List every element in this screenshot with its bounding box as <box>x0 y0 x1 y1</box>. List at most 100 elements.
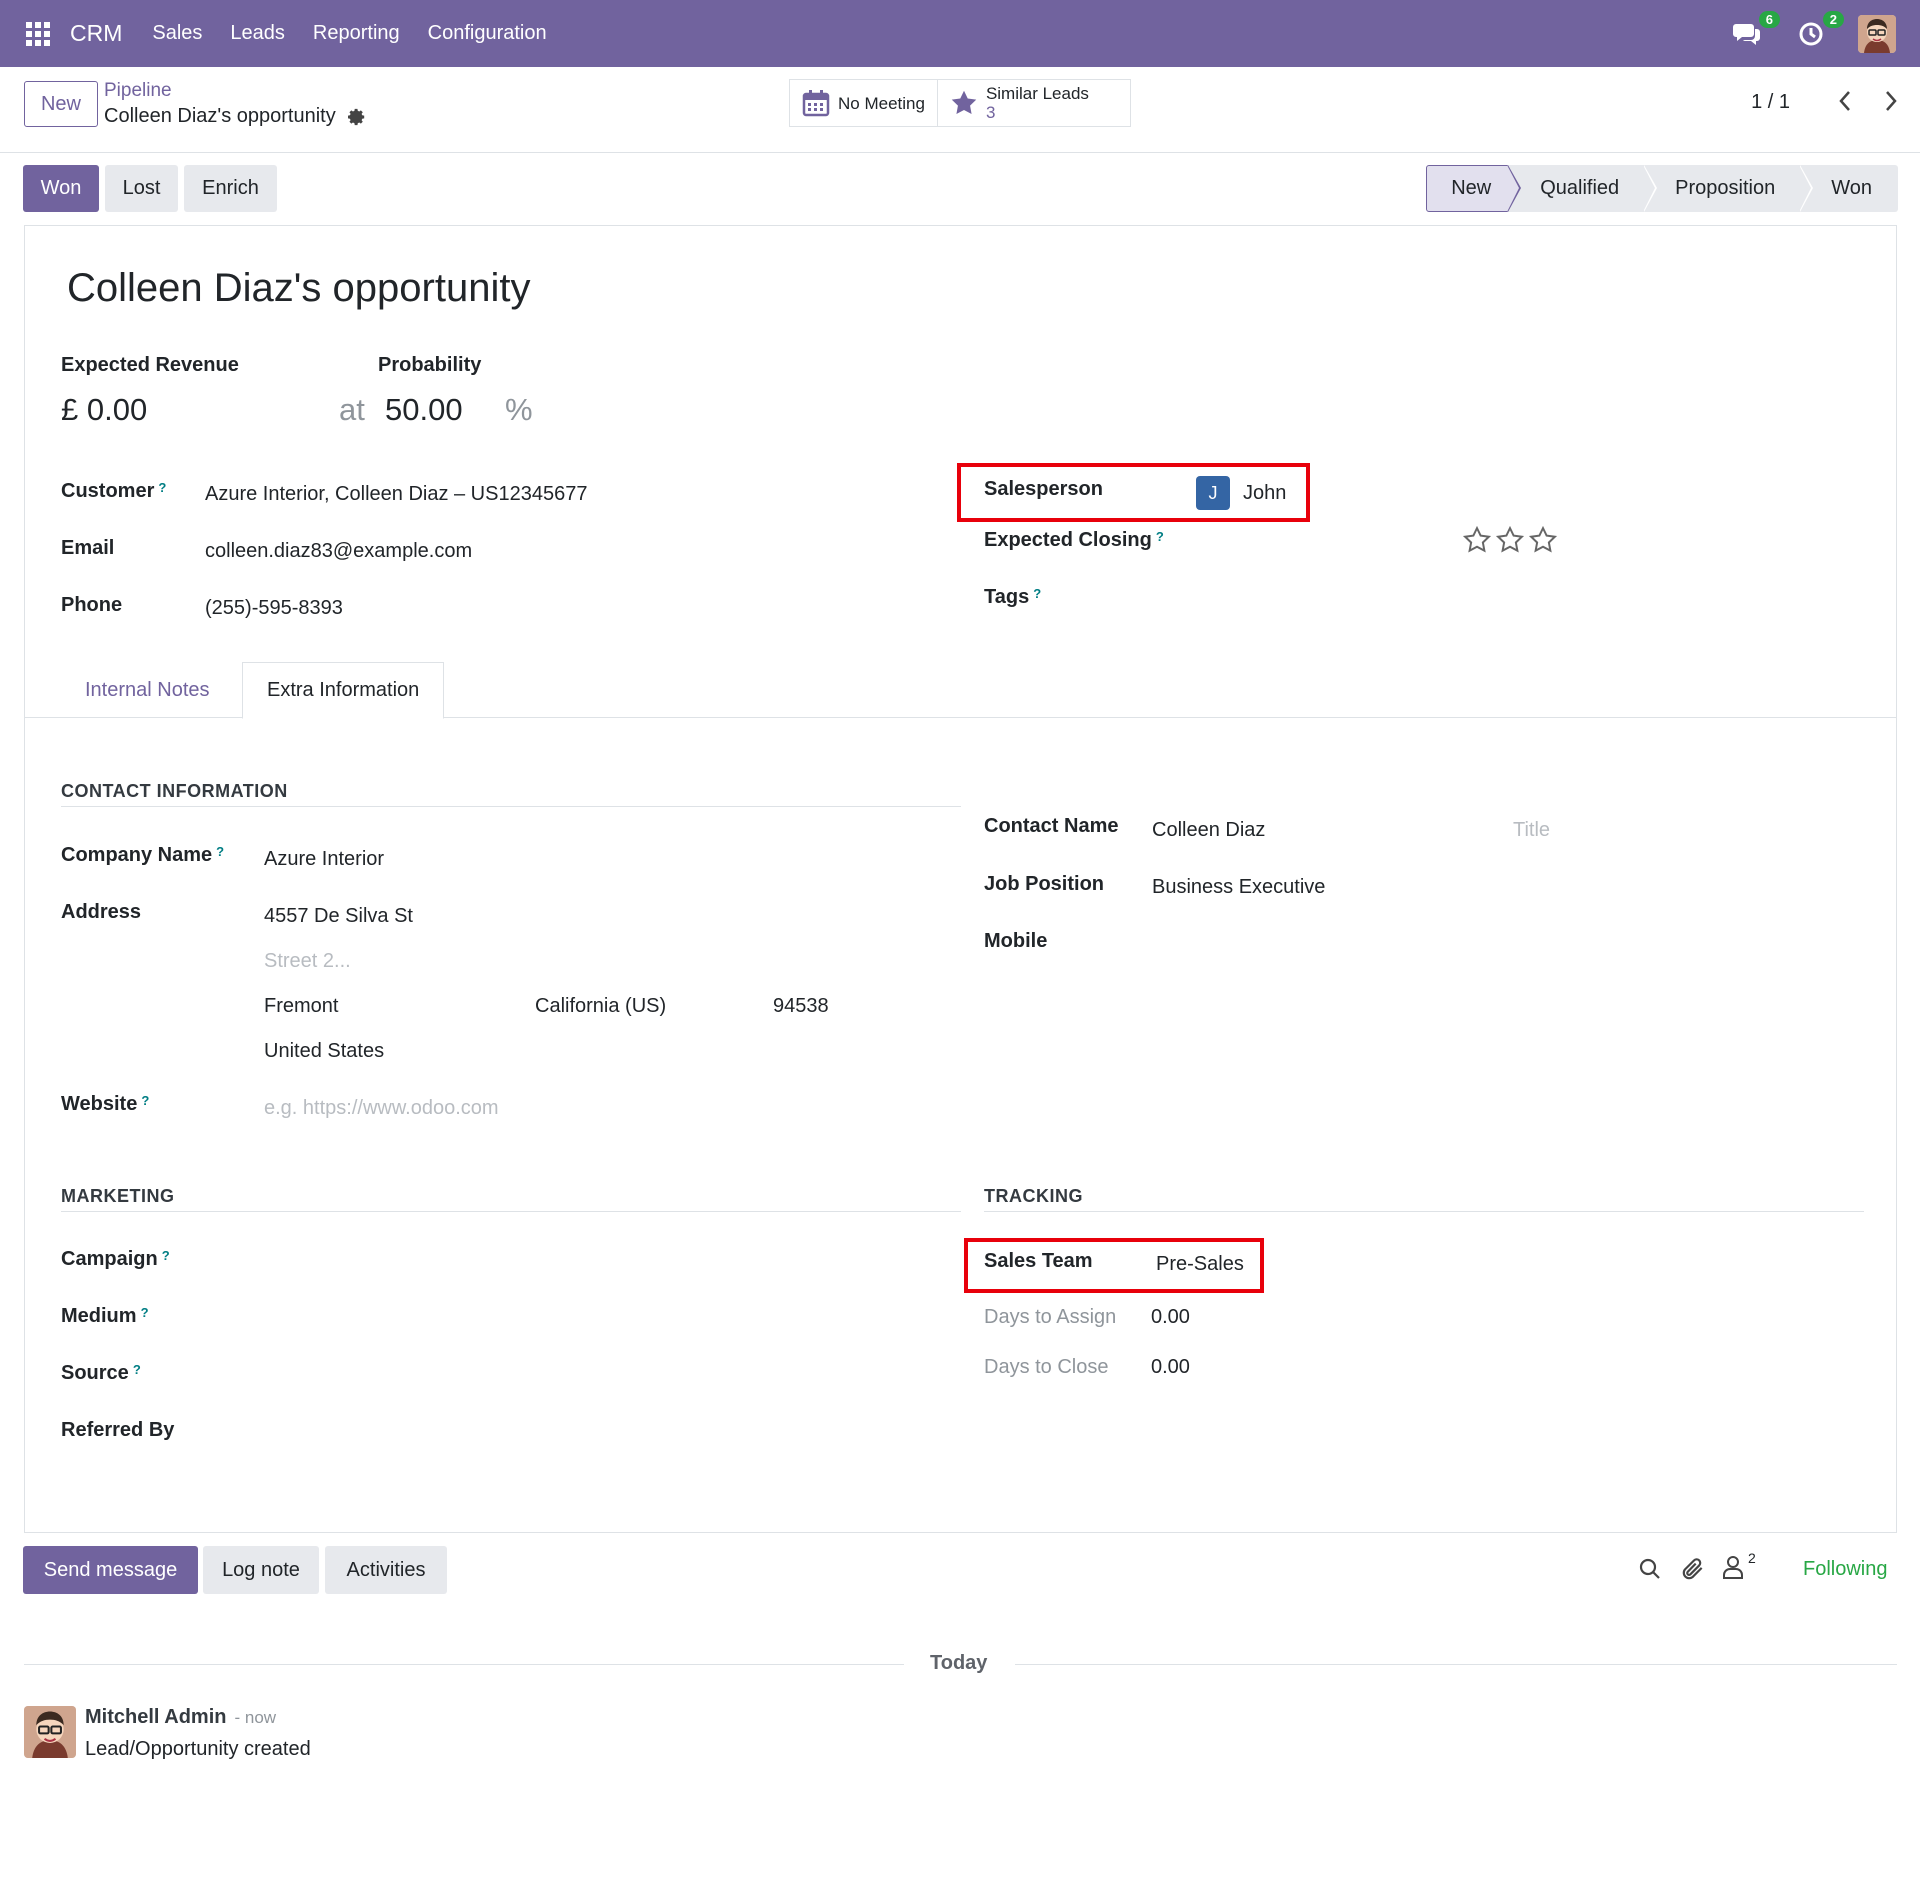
email-field[interactable]: colleen.diaz83@example.com <box>205 540 472 563</box>
stage-new[interactable]: New <box>1426 165 1522 212</box>
star-icon <box>951 90 977 114</box>
menu-configuration[interactable]: Configuration <box>428 22 547 45</box>
website-field[interactable]: e.g. https://www.odoo.com <box>264 1097 499 1120</box>
divider-line <box>24 1664 904 1665</box>
street-field[interactable]: 4557 De Silva St <box>264 905 413 928</box>
salesperson-field[interactable]: J John <box>1196 476 1286 510</box>
paperclip-icon <box>1682 1558 1703 1580</box>
new-record-button[interactable]: New <box>24 81 98 127</box>
help-icon[interactable]: ? <box>141 1093 149 1108</box>
country-field[interactable]: United States <box>264 1040 384 1063</box>
similar-leads-label: Similar Leads <box>985 83 1089 103</box>
activities-button[interactable]: 2 <box>1794 10 1844 51</box>
opportunity-title[interactable]: Colleen Diaz's opportunity <box>67 266 530 311</box>
priority-stars[interactable] <box>1462 525 1558 555</box>
help-icon[interactable]: ? <box>158 480 166 495</box>
state-field[interactable]: California (US) <box>535 995 666 1018</box>
contact-name-label: Contact Name <box>984 815 1119 837</box>
campaign-label-text: Campaign <box>61 1248 158 1270</box>
meeting-label: No Meeting <box>838 93 925 113</box>
messages-button[interactable]: 6 <box>1730 10 1780 51</box>
campaign-label: Campaign? <box>61 1248 170 1271</box>
help-icon[interactable]: ? <box>162 1248 170 1263</box>
message-time: - now <box>234 1708 277 1727</box>
author-avatar[interactable] <box>24 1706 76 1758</box>
similar-leads-button[interactable]: Similar Leads 3 <box>936 80 1101 126</box>
log-note-button[interactable]: Log note <box>203 1546 319 1594</box>
phone-field[interactable]: (255)-595-8393 <box>205 597 343 620</box>
person-icon <box>1723 1556 1743 1579</box>
contact-name-field[interactable]: Colleen Diaz <box>1152 819 1265 842</box>
user-avatar[interactable] <box>1858 14 1896 53</box>
activities-button[interactable]: Activities <box>325 1546 447 1594</box>
expected-closing-label: Expected Closing? <box>984 529 1164 552</box>
lost-button[interactable]: Lost <box>105 165 178 212</box>
contact-information-heading: CONTACT INFORMATION <box>61 781 288 801</box>
pager-value[interactable]: 1 / 1 <box>1751 91 1790 114</box>
control-panel: New Pipeline Colleen Diaz's opportunity … <box>0 67 1920 153</box>
source-label: Source? <box>61 1362 141 1385</box>
probability-input[interactable]: 50.00 <box>385 392 463 428</box>
clock-icon <box>1799 22 1823 45</box>
days-to-assign-label: Days to Assign <box>984 1306 1117 1328</box>
followers-count: 2 <box>1748 1550 1756 1566</box>
stage-won[interactable]: Won <box>1799 165 1898 212</box>
breadcrumb-pipeline[interactable]: Pipeline <box>104 80 172 102</box>
help-icon[interactable]: ? <box>216 844 224 859</box>
star-outline-icon[interactable] <box>1495 525 1525 555</box>
meeting-button[interactable]: No Meeting <box>790 80 937 126</box>
chatter-followers[interactable]: 2 <box>1722 1550 1756 1580</box>
help-icon[interactable]: ? <box>141 1305 149 1320</box>
title-field[interactable]: Title <box>1513 819 1550 842</box>
gear-icon[interactable] <box>347 108 366 126</box>
expected-revenue-input[interactable]: £ 0.00 <box>61 392 147 428</box>
sales-team-field[interactable]: Pre-Sales <box>1156 1253 1244 1276</box>
chatter-attachments[interactable] <box>1680 1556 1706 1588</box>
app-name[interactable]: CRM <box>70 20 122 47</box>
expected-closing-label-text: Expected Closing <box>984 529 1152 551</box>
customer-label: Customer? <box>61 480 166 503</box>
menu-reporting[interactable]: Reporting <box>313 22 400 45</box>
apps-grid-icon[interactable] <box>26 21 50 46</box>
job-position-field[interactable]: Business Executive <box>1152 876 1325 899</box>
smart-buttons: No Meeting Similar Leads 3 <box>789 79 1131 127</box>
sales-team-label: Sales Team <box>984 1250 1093 1272</box>
menu-leads[interactable]: Leads <box>230 22 285 45</box>
address-label: Address <box>61 901 142 923</box>
salesperson-label: Salesperson <box>984 478 1103 500</box>
help-icon[interactable]: ? <box>133 1362 141 1377</box>
phone-label: Phone <box>61 594 123 616</box>
tab-internal-notes[interactable]: Internal Notes <box>61 662 234 719</box>
tab-extra-information[interactable]: Extra Information <box>242 662 445 719</box>
stage-qualified[interactable]: Qualified <box>1508 165 1658 212</box>
send-message-button[interactable]: Send message <box>23 1546 198 1594</box>
company-name-label-text: Company Name <box>61 844 213 866</box>
medium-label: Medium? <box>61 1305 149 1328</box>
zip-field[interactable]: 94538 <box>773 995 829 1018</box>
chatter-search[interactable] <box>1638 1557 1662 1587</box>
won-button[interactable]: Won <box>23 165 99 212</box>
star-outline-icon[interactable] <box>1528 525 1558 555</box>
star-outline-icon[interactable] <box>1462 525 1492 555</box>
company-name-field[interactable]: Azure Interior <box>264 848 384 871</box>
chevron-left-icon <box>1839 91 1850 111</box>
enrich-button[interactable]: Enrich <box>184 165 277 212</box>
menu-sales[interactable]: Sales <box>152 22 202 45</box>
pager-next[interactable] <box>1876 85 1906 117</box>
following-button[interactable]: Following <box>1803 1558 1887 1581</box>
city-field[interactable]: Fremont <box>264 995 338 1018</box>
section-divider <box>984 1211 1864 1212</box>
stage-proposition[interactable]: Proposition <box>1643 165 1814 212</box>
email-label: Email <box>61 537 115 559</box>
mobile-label: Mobile <box>984 930 1048 952</box>
tags-label-text: Tags <box>984 586 1030 608</box>
street2-field[interactable]: Street 2... <box>264 950 351 973</box>
customer-field[interactable]: Azure Interior, Colleen Diaz – US1234567… <box>205 483 587 506</box>
help-icon[interactable]: ? <box>1156 529 1164 544</box>
company-name-label: Company Name? <box>61 844 224 867</box>
pager-previous[interactable] <box>1830 85 1860 117</box>
calendar-icon <box>802 90 830 117</box>
salesperson-avatar: J <box>1196 476 1230 510</box>
message-author[interactable]: Mitchell Admin <box>85 1706 226 1729</box>
help-icon[interactable]: ? <box>1033 586 1041 601</box>
